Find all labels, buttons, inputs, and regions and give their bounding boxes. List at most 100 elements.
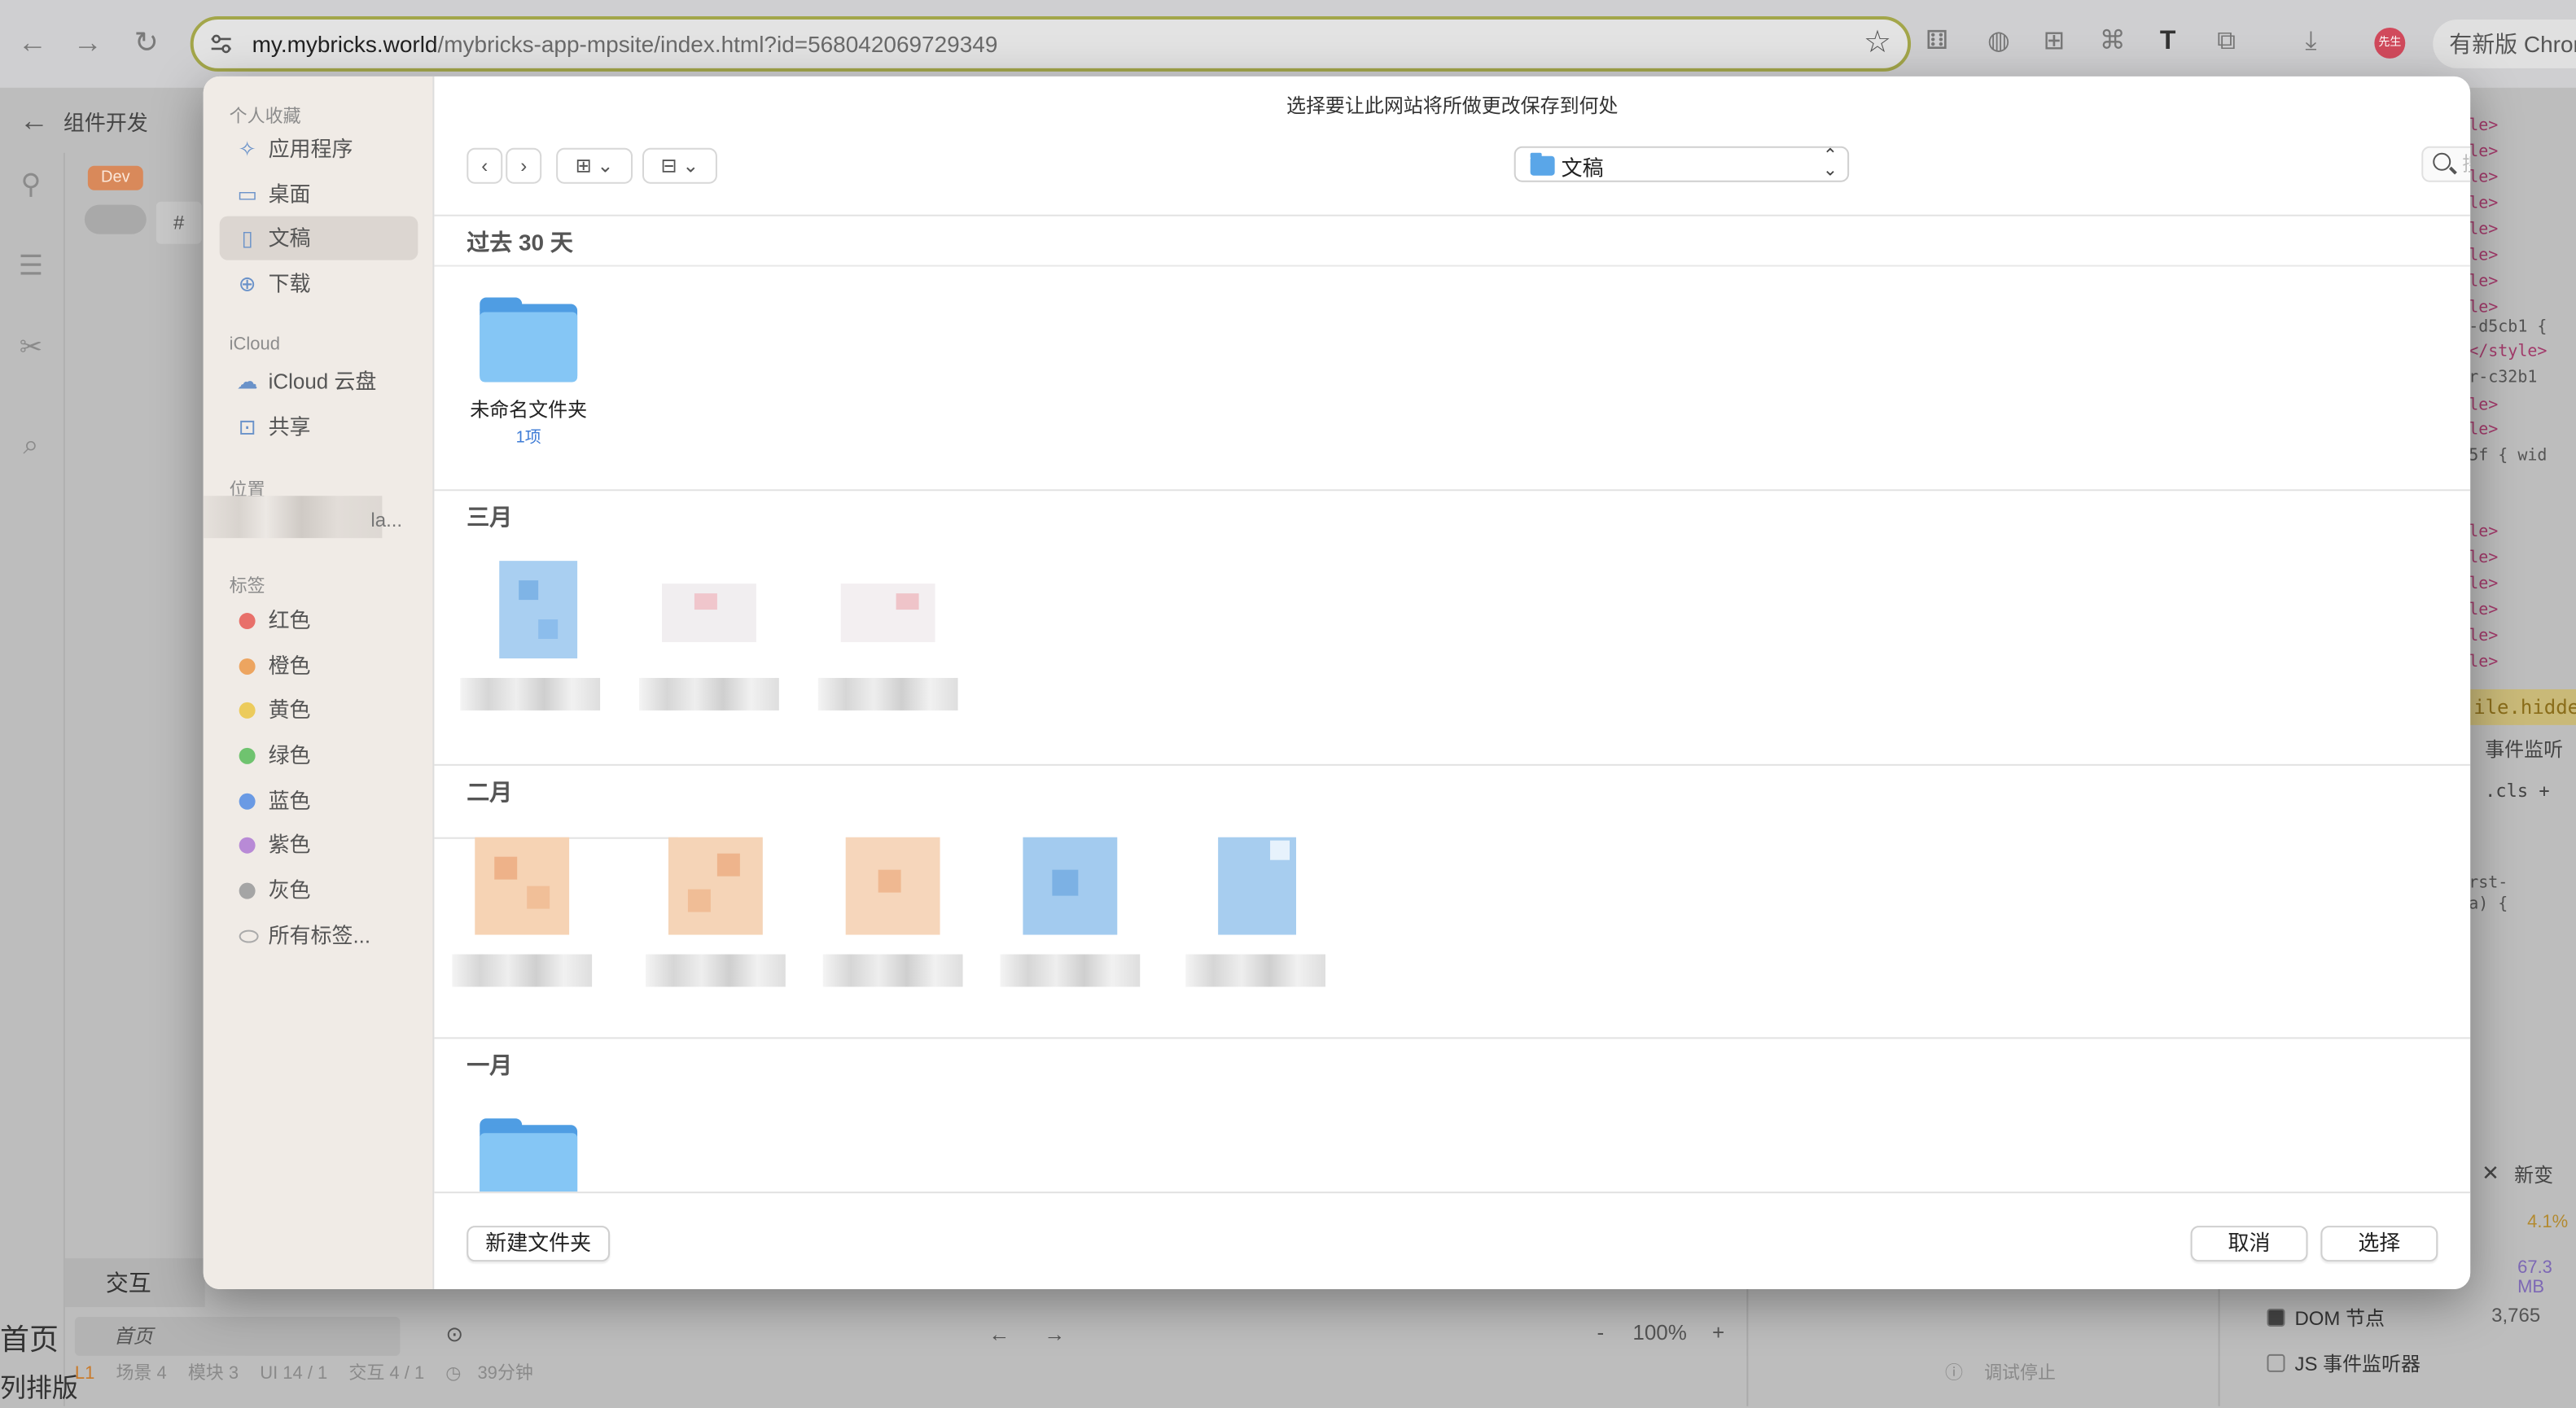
file-item-redacted[interactable] <box>820 837 966 987</box>
profile-avatar[interactable]: 先生 <box>2374 27 2406 59</box>
tag-blue[interactable]: 蓝色 <box>220 779 418 823</box>
updown-chevron-icon: ⌃ ⌄ <box>1822 146 1838 181</box>
status-interactions: 交互 4 / 1 <box>348 1363 425 1384</box>
tools-icon[interactable]: ✂ <box>15 331 47 364</box>
sidebar-item-downloads[interactable]: ⊕ 下载 <box>220 262 418 306</box>
sidebar-item-desktop[interactable]: ▭ 桌面 <box>220 173 418 216</box>
code-line: le> <box>2469 168 2499 187</box>
search-input[interactable] <box>2462 151 2471 177</box>
chevron-down-icon: ⌄ <box>597 154 614 177</box>
location-item-redacted[interactable] <box>203 496 383 539</box>
address-bar[interactable]: my.mybricks.world/mybricks-app-mpsite/in… <box>190 15 1912 72</box>
tag-orange[interactable]: 橙色 <box>220 644 418 688</box>
zoom-in-button[interactable]: + <box>1712 1320 1724 1345</box>
grid-extension-icon[interactable]: ⊞ <box>2039 28 2069 57</box>
bookmark-star-icon[interactable]: ☆ <box>1864 24 1891 62</box>
code-line: 5f { wid <box>2469 447 2548 466</box>
new-tab-label[interactable]: 新变 <box>2514 1161 2553 1188</box>
status-bar: L1 场景 4 模块 3 UI 14 / 1 交互 4 / 1 ◷ 39分钟 ⓘ … <box>75 1359 2206 1395</box>
file-item-redacted[interactable] <box>1182 837 1329 987</box>
folder-item-count: 1项 <box>515 429 541 448</box>
code-extension-icon[interactable]: ⌘ <box>2098 28 2127 57</box>
cpu-usage: 4.1% <box>2527 1213 2569 1233</box>
hidden-class-highlight: ile.hidde <box>2469 689 2576 725</box>
back-arrow-icon[interactable]: ← <box>13 23 52 62</box>
file-item-redacted[interactable] <box>642 837 789 987</box>
locate-icon[interactable]: ⊙ <box>445 1322 463 1348</box>
file-item-redacted[interactable] <box>636 561 782 711</box>
new-folder-button[interactable]: 新建文件夹 <box>467 1226 611 1262</box>
orange-dot-icon <box>239 658 256 675</box>
group-by-button[interactable]: ⊟ ⌄ <box>642 147 717 184</box>
divider <box>2218 1275 2220 1406</box>
dialog-sidebar: 个人收藏 ✧ 应用程序 ▭ 桌面 ▯ 文稿 ⊕ 下载 iCloud ☁ iCloud 云盘… <box>203 76 435 1290</box>
translate-extension-icon[interactable]: ⚅ <box>1922 28 1952 57</box>
record-extension-icon[interactable]: ◍ <box>1984 28 2013 57</box>
back-icon[interactable]: ← <box>20 104 49 138</box>
download-icon[interactable]: ⤓ <box>2296 28 2325 57</box>
cls-toggle[interactable]: .cls + <box>2485 781 2549 802</box>
tag-outline-icon <box>239 929 259 943</box>
view-mode-button[interactable]: ⊞ ⌄ <box>556 147 633 184</box>
tag-purple[interactable]: 紫色 <box>220 823 418 867</box>
mode-toggle[interactable] <box>84 204 147 234</box>
choose-button[interactable]: 选择 <box>2320 1226 2438 1262</box>
folder-icon <box>480 1118 578 1192</box>
zoom-out-button[interactable]: - <box>1597 1320 1605 1345</box>
site-settings-icon[interactable] <box>210 33 233 55</box>
code-line: le> <box>2469 601 2499 620</box>
hash-tab[interactable]: # <box>156 201 202 244</box>
redo-icon[interactable]: → <box>1044 1322 1065 1346</box>
file-item-redacted[interactable] <box>449 837 595 987</box>
sidebar-item-applications[interactable]: ✧ 应用程序 <box>220 127 418 171</box>
redacted-filename <box>822 954 963 987</box>
event-listeners-tab[interactable]: 事件监听 <box>2485 735 2563 763</box>
folder-item[interactable]: 未命名文件夹 1项 <box>455 297 602 448</box>
location-select[interactable]: 文稿 ⌃ ⌄ <box>1514 146 1850 182</box>
back-button[interactable]: ‹ <box>467 147 503 184</box>
tags-header: 标签 <box>229 577 265 597</box>
update-chrome-button[interactable]: 有新版 Chrome <box>2433 19 2576 68</box>
tag-red[interactable]: 红色 <box>220 598 418 642</box>
sidebar-item-documents[interactable]: ▯ 文稿 <box>219 216 418 260</box>
tag-all-tags[interactable]: 所有标签... <box>220 914 418 958</box>
file-item-redacted[interactable] <box>457 561 603 711</box>
folder-item[interactable] <box>455 1118 602 1192</box>
checkbox-unchecked[interactable] <box>2267 1353 2285 1372</box>
cancel-button[interactable]: 取消 <box>2190 1226 2308 1262</box>
info-icon: ⓘ <box>1945 1363 1969 1384</box>
gray-dot-icon <box>239 882 256 899</box>
divider <box>1746 1275 1749 1406</box>
tag-yellow[interactable]: 黄色 <box>220 688 418 732</box>
undo-icon[interactable]: ← <box>988 1322 1010 1346</box>
page-list-item[interactable]: 首页 <box>74 1316 401 1356</box>
code-line: le> <box>2469 549 2499 568</box>
file-item-redacted[interactable] <box>815 561 962 711</box>
file-item-redacted[interactable] <box>997 837 1143 987</box>
save-location-dialog: 个人收藏 ✧ 应用程序 ▭ 桌面 ▯ 文稿 ⊕ 下载 iCloud ☁ iCloud 云盘… <box>203 76 2471 1290</box>
group-header: 过去 30 天 <box>434 216 2471 267</box>
sidebar-item-icloud-drive[interactable]: ☁ iCloud 云盘 <box>220 359 418 403</box>
tag-green[interactable]: 绿色 <box>220 733 418 777</box>
plugin-icon[interactable]: ⚲ <box>15 169 47 202</box>
reload-icon[interactable]: ↻ <box>127 23 166 62</box>
checkbox-checked[interactable] <box>2267 1308 2285 1327</box>
data-icon[interactable]: ☰ <box>15 251 47 283</box>
js-listeners-checkbox[interactable]: JS 事件监听器 <box>2267 1349 2420 1377</box>
extensions-puzzle-icon[interactable]: ⧉ <box>2212 28 2241 57</box>
image-thumbnail-icon <box>668 837 763 938</box>
forward-arrow-icon[interactable]: → <box>68 23 107 62</box>
close-icon[interactable]: ✕ <box>2482 1161 2499 1187</box>
interaction-tab[interactable]: 交互 <box>64 1258 205 1307</box>
sidebar-item-shared[interactable]: ⊡ 共享 <box>220 404 418 448</box>
forward-button[interactable]: › <box>506 147 542 184</box>
dom-nodes-checkbox[interactable]: DOM 节点 <box>2267 1304 2385 1331</box>
search-field[interactable] <box>2421 146 2471 182</box>
debug-status: ⓘ 调试停止 <box>1945 1363 2056 1384</box>
search-icon[interactable]: ⌕ <box>15 429 47 461</box>
text-extension-icon[interactable]: T <box>2153 28 2183 57</box>
code-line: </style> <box>2469 343 2548 361</box>
url-text[interactable]: my.mybricks.world/mybricks-app-mpsite/in… <box>252 31 998 57</box>
code-line: le> <box>2469 575 2499 594</box>
tag-gray[interactable]: 灰色 <box>220 868 418 912</box>
